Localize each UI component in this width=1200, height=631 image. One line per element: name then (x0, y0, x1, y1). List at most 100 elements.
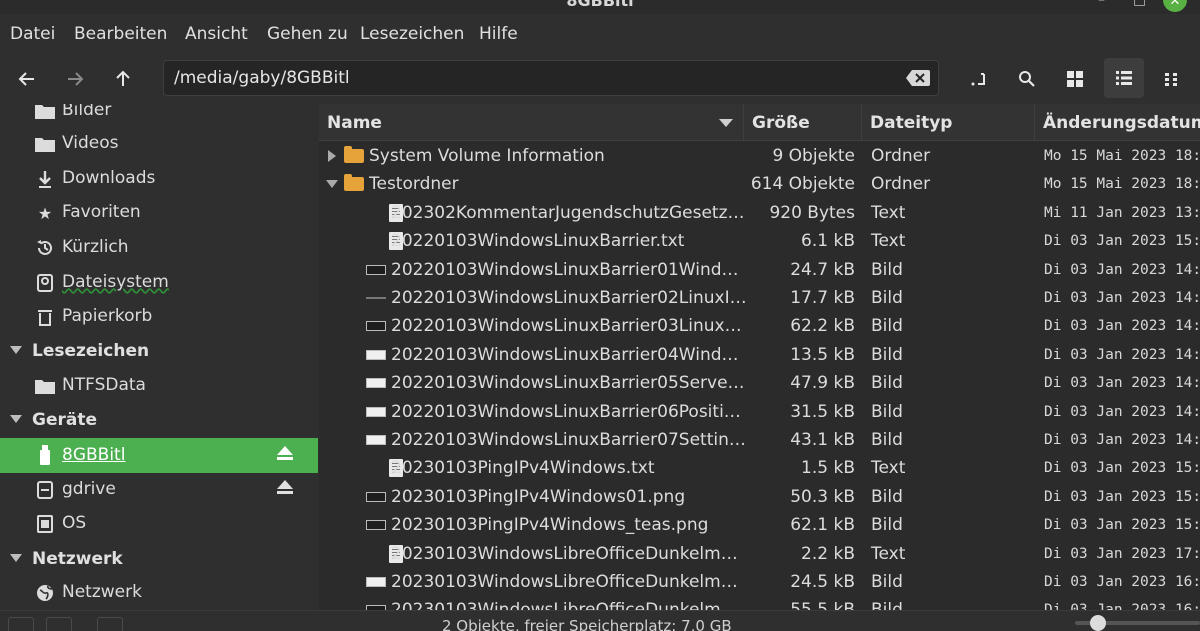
column-header-date[interactable]: Änderungsdatum (1034, 104, 1200, 140)
file-size: 1.5 kB (801, 458, 855, 479)
menu-gehen-zu[interactable]: Gehen zu (267, 24, 348, 44)
file-size: 55.5 kB (743, 600, 855, 610)
file-row[interactable]: 20230103PingIPv4Windows.txt 1.5 kB Text Di … (319, 454, 1200, 482)
image-file-icon (366, 406, 386, 417)
clear-location-icon[interactable] (906, 70, 930, 86)
file-size: 47.9 kB (790, 373, 855, 394)
forward-button[interactable] (58, 62, 92, 96)
file-type: Bild (871, 515, 903, 536)
sidebar-item-bilder[interactable]: Bilder (0, 104, 318, 127)
close-button[interactable]: ✕ (1163, 0, 1187, 12)
file-size: 24.7 kB (790, 259, 855, 280)
sort-descending-icon[interactable] (719, 119, 733, 127)
file-row[interactable]: 20220103WindowsLinuxBarrier04Wind… 13.5 k… (319, 341, 1200, 369)
file-type: Text (871, 231, 906, 252)
file-row[interactable]: 20230103WindowsLibreOfficeDunkelm… 24.5 k… (319, 568, 1200, 596)
sidebar-item-label: NTFSData (62, 375, 146, 395)
sidebar: Bilder Videos Downloads ★ Favoriten Kürz… (0, 104, 318, 610)
expander-open-icon[interactable] (326, 180, 338, 189)
section-title: Lesezeichen (32, 341, 150, 361)
show-places-button[interactable] (8, 617, 34, 631)
up-button[interactable] (106, 62, 140, 96)
sidebar-item-netzwerk[interactable]: Netzwerk (0, 577, 318, 609)
folder-row[interactable]: Testordner 614 Objekte Ordner Mo 15 Mai 202… (319, 170, 1200, 198)
status-bar: 2 Objekte, freier Speicherplatz: 7,0 GB (0, 610, 1200, 631)
file-date: Di 03 Jan 2023 15: (1044, 488, 1200, 505)
file-row[interactable]: 202302KommentarJugendschutzGesetz… 920 By… (319, 199, 1200, 227)
sidebar-item-gdrive[interactable]: gdrive (0, 474, 318, 506)
back-button[interactable] (10, 62, 44, 96)
file-name: 20220103WindowsLinuxBarrier06Positi… (391, 401, 741, 422)
file-name: 20230103PingIPv4Windows_teas.png (391, 515, 709, 536)
file-row[interactable]: 20230103PingIPv4Windows_teas.png 62.1 kB B… (319, 511, 1200, 539)
column-header-size[interactable]: Größe (743, 104, 861, 140)
location-bar[interactable]: /media/gaby/8GBBitl (163, 60, 939, 96)
menu-ansicht[interactable]: Ansicht (185, 24, 248, 44)
file-name: 20220103WindowsLinuxBarrier07Settin… (391, 430, 746, 450)
file-size: 614 Objekte (750, 174, 855, 195)
sidebar-item-dateisystem[interactable]: Dateisystem (0, 267, 318, 299)
list-view-button[interactable] (1104, 58, 1144, 98)
file-date: Di 03 Jan 2023 16: (1044, 574, 1200, 590)
menu-datei[interactable]: Datei (10, 24, 55, 44)
file-row[interactable]: 20230103WindowsLibreOfficeDunkelm… 2.2 kB… (319, 540, 1200, 568)
expander-closed-icon[interactable] (328, 150, 336, 162)
search-icon (1019, 71, 1035, 87)
location-path[interactable]: /media/gaby/8GBBitl (174, 68, 350, 88)
folder-icon (344, 146, 364, 163)
folder-icon (34, 134, 56, 154)
icon-view-button[interactable] (1058, 62, 1092, 96)
menu-bearbeiten[interactable]: Bearbeiten (74, 24, 167, 44)
file-date: Di 03 Jan 2023 15: (1044, 233, 1200, 250)
folder-row[interactable]: System Volume Information 9 Objekte Ordner… (319, 142, 1200, 170)
search-button[interactable] (1010, 62, 1044, 96)
sidebar-section-netzwerk[interactable]: Netzwerk (0, 545, 318, 575)
file-date: Di 03 Jan 2023 17: (1044, 545, 1200, 562)
sidebar-item-8gbbitl[interactable]: 8GBBitl (0, 438, 318, 473)
show-tree-button[interactable] (46, 617, 72, 631)
toggle-location-button[interactable] (963, 62, 997, 96)
sidebar-item-kuerzlich[interactable]: Kürzlich (0, 232, 318, 264)
minimize-button[interactable]: – (1098, 0, 1105, 8)
sidebar-item-favoriten[interactable]: ★ Favoriten (0, 197, 318, 229)
image-file-icon (366, 378, 386, 389)
sidebar-item-papierkorb[interactable]: Papierkorb (0, 301, 318, 333)
file-row[interactable]: 20230103WindowsLibreOfficeDunkelm…55.5 k… (319, 596, 1200, 610)
zoom-slider-knob[interactable] (1090, 615, 1106, 631)
sidebar-item-videos[interactable]: Videos (0, 128, 318, 160)
sidebar-section-geraete[interactable]: Geräte (0, 406, 318, 436)
file-row[interactable]: 20220103WindowsLinuxBarrier06Positi… 31.5… (319, 398, 1200, 426)
sidebar-item-downloads[interactable]: Downloads (0, 163, 318, 195)
collapse-triangle-icon (10, 554, 22, 562)
file-row[interactable]: 20230103PingIPv4Windows01.png 50.3 kB Bild… (319, 483, 1200, 511)
hide-sidebar-button[interactable] (97, 617, 123, 631)
sidebar-item-label: Netzwerk (62, 582, 142, 602)
collapse-triangle-icon (10, 415, 22, 423)
menu-lesezeichen[interactable]: Lesezeichen (360, 24, 464, 44)
image-file-icon (366, 264, 386, 275)
file-type: Bild (871, 401, 903, 422)
eject-icon[interactable] (276, 479, 294, 499)
sidebar-section-lesezeichen[interactable]: Lesezeichen (0, 337, 318, 367)
sidebar-item-label: 8GBBitl (62, 445, 126, 465)
file-date: Di 03 Jan 2023 14: (1044, 375, 1200, 392)
file-row[interactable]: 20220103WindowsLinuxBarrier01Wind… 24.7 k… (319, 256, 1200, 284)
file-date: Mo 15 Mai 2023 18: (1044, 176, 1200, 193)
maximize-button[interactable]: □ (1133, 0, 1146, 8)
column-header-type[interactable]: Dateityp (861, 104, 1034, 140)
eject-icon[interactable] (276, 445, 294, 465)
file-name: System Volume Information (369, 146, 605, 166)
file-row[interactable]: 20220103WindowsLinuxBarrier03Linux… 62.2 … (319, 312, 1200, 340)
sidebar-item-os[interactable]: OS (0, 508, 318, 540)
file-row[interactable]: 20220103WindowsLinuxBarrier07Settin… 43.1… (319, 426, 1200, 454)
compact-view-button[interactable] (1154, 62, 1188, 96)
file-name: 20230103WindowsLibreOfficeDunkelm… (391, 600, 751, 610)
file-row[interactable]: 20220103WindowsLinuxBarrier.txt 6.1 kB Tex… (319, 227, 1200, 255)
file-name: 20220103WindowsLinuxBarrier01Wind… (391, 259, 739, 280)
file-row[interactable]: 20220103WindowsLinuxBarrier05Serve… 47.9 … (319, 369, 1200, 397)
menu-hilfe[interactable]: Hilfe (479, 24, 518, 44)
column-header-name[interactable]: Name (319, 104, 743, 140)
file-row[interactable]: 20220103WindowsLinuxBarrier02LinuxI… 17.7… (319, 284, 1200, 312)
file-name: 20220103WindowsLinuxBarrier05Serve… (391, 373, 745, 394)
sidebar-item-ntfsdata[interactable]: NTFSData (0, 370, 318, 402)
